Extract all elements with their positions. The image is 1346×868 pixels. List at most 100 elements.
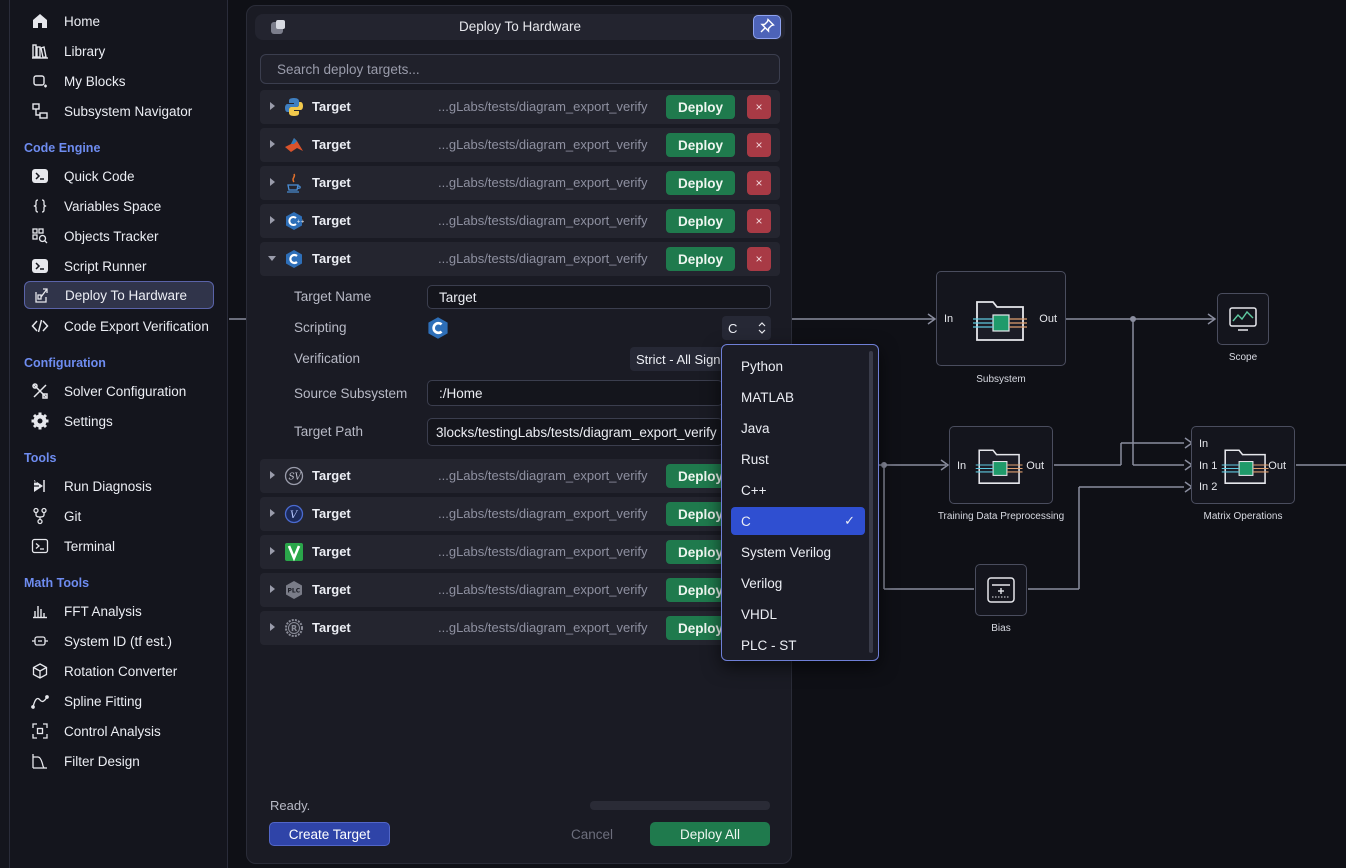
subsystem-block[interactable]: In Out — [936, 271, 1066, 366]
matrix-in-port[interactable]: In — [1199, 438, 1208, 450]
sidebar-item-spline-fitting[interactable]: Spline Fitting — [24, 687, 214, 715]
braces-icon — [31, 197, 49, 215]
sidebar-item-fft-analysis[interactable]: FFT Analysis — [24, 597, 214, 625]
source-subsystem-label: Source Subsystem — [294, 386, 408, 401]
sidebar-item-label: Script Runner — [64, 258, 147, 274]
delete-button[interactable]: × — [747, 209, 771, 233]
search-targets-input[interactable]: Search deploy targets... — [260, 54, 780, 84]
section-title-code-engine: Code Engine — [24, 141, 101, 155]
matrix-operations-block[interactable]: In In 1 In 2 Out — [1191, 426, 1295, 504]
subsystem-in-port[interactable]: In — [944, 313, 953, 325]
sidebar-item-control-analysis[interactable]: Control Analysis — [24, 717, 214, 745]
java-icon — [287, 173, 301, 193]
language-dropdown[interactable]: Python MATLAB Java Rust C++ C ✓ System V… — [721, 344, 879, 661]
cancel-button[interactable]: Cancel — [555, 822, 629, 846]
sidebar-item-script-runner[interactable]: Script Runner — [24, 252, 214, 280]
deploy-button[interactable]: Deploy — [666, 247, 735, 271]
target-path-field[interactable]: 3locks/testingLabs/tests/diagram_export_… — [427, 418, 723, 446]
sidebar: Home Library My Blocks Subsystem Navigat… — [0, 0, 228, 868]
collapse-icon[interactable] — [268, 256, 276, 261]
target-row[interactable]: ++ Target ...gLabs/tests/diagram_export_… — [260, 204, 780, 238]
matrix-in1-port[interactable]: In 1 — [1199, 460, 1217, 472]
target-row[interactable]: Target ...gLabs/tests/diagram_export_ver… — [260, 166, 780, 200]
preprocessing-in-port[interactable]: In — [957, 460, 966, 472]
sidebar-item-quick-code[interactable]: Quick Code — [24, 162, 214, 190]
sidebar-item-label: Objects Tracker — [64, 228, 159, 244]
dropdown-scrollbar[interactable] — [869, 351, 873, 653]
sidebar-item-variables-space[interactable]: Variables Space — [24, 192, 214, 220]
sidebar-item-code-export-verification[interactable]: Code Export Verification — [24, 312, 214, 340]
delete-button[interactable]: × — [747, 133, 771, 157]
delete-button[interactable]: × — [747, 171, 771, 195]
source-subsystem-field[interactable]: :/Home — [427, 380, 723, 406]
sidebar-item-system-id[interactable]: System ID (tf est.) — [24, 627, 214, 655]
sidebar-item-terminal[interactable]: Terminal — [24, 532, 214, 560]
option-plc-st[interactable]: PLC - ST — [731, 631, 865, 659]
option-verilog[interactable]: Verilog — [731, 569, 865, 597]
sidebar-item-rotation-converter[interactable]: Rotation Converter — [24, 657, 214, 685]
sidebar-item-run-diagnosis[interactable]: Run Diagnosis — [24, 472, 214, 500]
option-matlab[interactable]: MATLAB — [731, 383, 865, 411]
expand-icon[interactable] — [270, 216, 275, 224]
scripting-select[interactable]: C — [722, 316, 771, 340]
verification-select[interactable]: Strict - All Signa — [630, 347, 726, 371]
deploy-button[interactable]: Deploy — [666, 171, 735, 195]
sidebar-item-objects-tracker[interactable]: Objects Tracker — [24, 222, 214, 250]
sidebar-item-my-blocks[interactable]: My Blocks — [24, 67, 214, 95]
option-system-verilog[interactable]: System Verilog — [731, 538, 865, 566]
sidebar-item-solver-configuration[interactable]: Solver Configuration — [24, 377, 214, 405]
deploy-all-button[interactable]: Deploy All — [650, 822, 770, 846]
sidebar-item-home[interactable]: Home — [24, 7, 214, 35]
sidebar-item-label: Terminal — [64, 538, 116, 554]
bias-block[interactable] — [975, 564, 1027, 616]
option-vhdl[interactable]: VHDL — [731, 600, 865, 628]
target-row[interactable]: Target ...gLabs/tests/diagram_export_ver… — [260, 535, 780, 569]
create-target-button[interactable]: Create Target — [269, 822, 390, 846]
sidebar-item-label: FFT Analysis — [64, 603, 142, 619]
expand-icon[interactable] — [270, 471, 275, 479]
target-row[interactable]: V Target ...gLabs/tests/diagram_export_v… — [260, 497, 780, 531]
preprocessing-out-port[interactable]: Out — [1026, 460, 1044, 472]
expand-icon[interactable] — [270, 623, 275, 631]
delete-button[interactable]: × — [747, 247, 771, 271]
sidebar-item-subsystem-navigator[interactable]: Subsystem Navigator — [24, 97, 214, 125]
delete-button[interactable]: × — [747, 95, 771, 119]
option-c-selected[interactable]: C ✓ — [731, 507, 865, 535]
target-row[interactable]: Target ...gLabs/tests/diagram_export_ver… — [260, 90, 780, 124]
scope-block[interactable] — [1217, 293, 1269, 345]
expand-icon[interactable] — [270, 509, 275, 517]
target-name: Target — [312, 99, 351, 114]
dialog-titlebar[interactable]: Deploy To Hardware — [255, 14, 785, 40]
target-row[interactable]: R Target ...gLabs/tests/diagram_export_v… — [260, 611, 780, 645]
sidebar-item-library[interactable]: Library — [24, 37, 214, 65]
target-row[interactable]: Target ...gLabs/tests/diagram_export_ver… — [260, 128, 780, 162]
target-row[interactable]: PLC Target ...gLabs/tests/diagram_export… — [260, 573, 780, 607]
option-java[interactable]: Java — [731, 414, 865, 442]
expand-icon[interactable] — [270, 547, 275, 555]
deploy-button[interactable]: Deploy — [666, 95, 735, 119]
target-name-field[interactable]: Target — [427, 285, 771, 309]
expand-icon[interactable] — [270, 178, 275, 186]
option-rust[interactable]: Rust — [731, 445, 865, 473]
deploy-button[interactable]: Deploy — [666, 133, 735, 157]
expand-icon[interactable] — [270, 585, 275, 593]
target-row[interactable]: SV Target ...gLabs/tests/diagram_export_… — [260, 459, 780, 493]
sidebar-item-deploy-to-hardware[interactable]: Deploy To Hardware — [24, 281, 214, 309]
sidebar-item-settings[interactable]: Settings — [24, 407, 214, 435]
expand-icon[interactable] — [270, 140, 275, 148]
subsystem-out-port[interactable]: Out — [1039, 313, 1057, 325]
deploy-button[interactable]: Deploy — [666, 209, 735, 233]
scripting-value: C — [728, 320, 738, 336]
sidebar-item-git[interactable]: Git — [24, 502, 214, 530]
target-row-expanded[interactable]: Target ...gLabs/tests/diagram_export_ver… — [260, 242, 780, 276]
sidebar-item-filter-design[interactable]: Filter Design — [24, 747, 214, 775]
filter-icon — [31, 752, 49, 770]
expand-icon[interactable] — [270, 102, 275, 110]
option-python[interactable]: Python — [731, 352, 865, 380]
pin-button[interactable] — [753, 15, 781, 39]
training-data-preprocessing-block[interactable]: In Out — [949, 426, 1053, 504]
matrix-in2-port[interactable]: In 2 — [1199, 481, 1217, 493]
option-cpp[interactable]: C++ — [731, 476, 865, 504]
target-path: ...gLabs/tests/diagram_export_verify — [438, 251, 648, 266]
c-icon — [286, 250, 302, 268]
